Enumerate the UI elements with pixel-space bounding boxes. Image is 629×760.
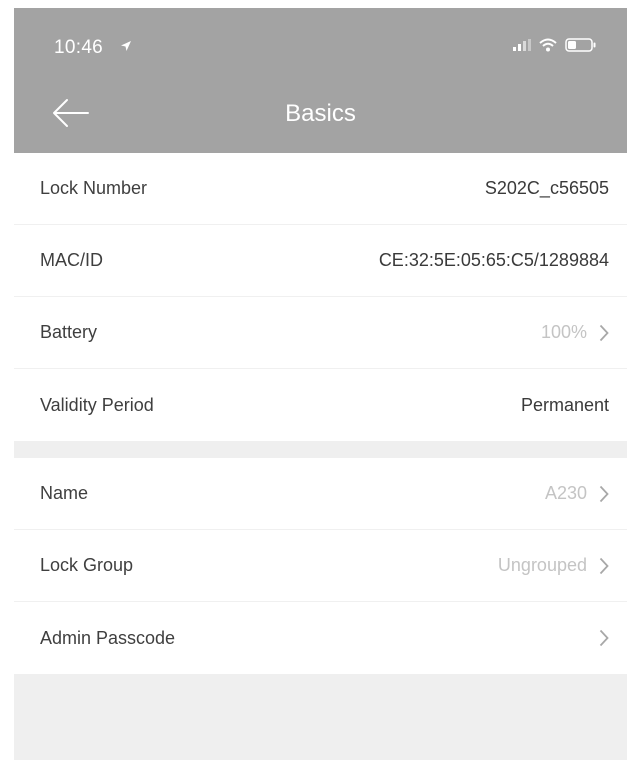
row-label: Lock Number [40, 178, 148, 198]
row-value: Permanent [520, 394, 609, 415]
row-value: CE:32:5E:05:65:C5/1289884 [378, 250, 609, 270]
row-label: Name [40, 483, 89, 503]
row-value: A230 [544, 483, 587, 503]
page-title: Basics [285, 100, 356, 127]
row-mac-id: MAC/ID CE:32:5E:05:65:C5/1289884 [14, 225, 627, 297]
header: 10:46 Basics [14, 8, 627, 153]
location-arrow-icon [121, 41, 131, 51]
row-label: MAC/ID [40, 250, 103, 270]
row-value: 100% [540, 322, 587, 342]
row-label: Battery [40, 322, 98, 342]
chevron-right-icon [599, 324, 609, 341]
row-battery[interactable]: Battery 100% [14, 297, 627, 369]
row-label: Validity Period [40, 394, 154, 415]
battery-icon [565, 38, 596, 52]
status-time: 10:46 [54, 37, 104, 58]
screen: 10:46 Basics Lock Number S202C_c56505 MA… [14, 8, 627, 760]
row-lock-number: Lock Number S202C_c56505 [14, 153, 627, 225]
chevron-right-icon [599, 629, 609, 647]
basics-section: Lock Number S202C_c56505 MAC/ID CE:32:5E… [14, 153, 627, 441]
cellular-signal-icon [513, 39, 531, 51]
row-label: Lock Group [40, 555, 134, 575]
status-icons [513, 38, 597, 52]
row-lock-group[interactable]: Lock Group Ungrouped [14, 530, 627, 602]
row-value: S202C_c56505 [484, 178, 609, 198]
row-admin-passcode[interactable]: Admin Passcode [14, 602, 627, 674]
settings-section: Name A230 Lock Group Ungrouped Admin Pas… [14, 458, 627, 674]
row-value: Ungrouped [497, 555, 587, 575]
row-validity-period: Validity Period Permanent [14, 369, 627, 441]
wifi-icon [539, 38, 557, 52]
chevron-right-icon [599, 485, 609, 502]
chevron-right-icon [599, 557, 609, 574]
row-name[interactable]: Name A230 [14, 458, 627, 530]
row-label: Admin Passcode [40, 627, 176, 648]
